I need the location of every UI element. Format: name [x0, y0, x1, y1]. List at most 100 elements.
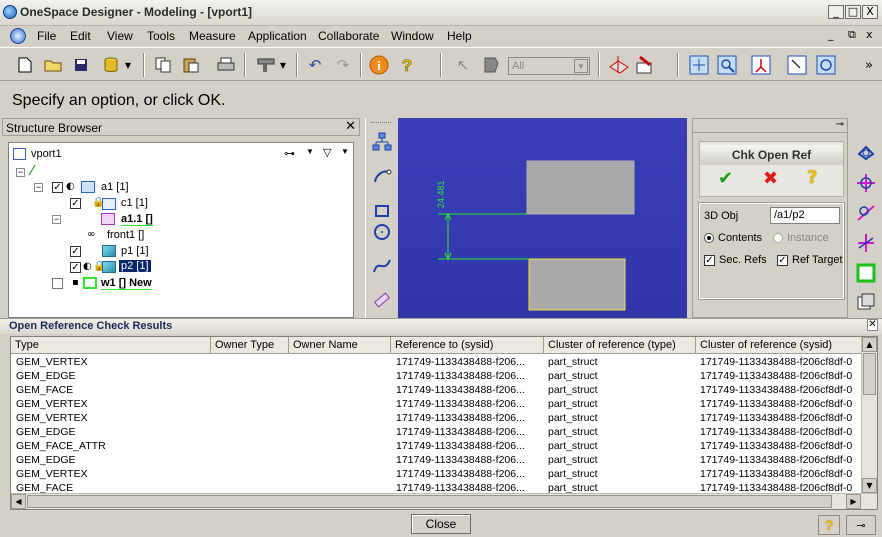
table-cell[interactable] [216, 397, 290, 411]
menu-edit[interactable]: Edit [70, 29, 91, 43]
table-cell[interactable]: 171749-1133438488-f206... [396, 383, 543, 397]
dropdown-arrow-icon[interactable]: ▼ [277, 54, 289, 76]
table-cell[interactable]: GEM_VERTEX [16, 355, 208, 369]
collapse-toggle[interactable]: − [34, 183, 43, 192]
dimension-line[interactable] [438, 212, 529, 261]
table-cell[interactable]: 171749-1133438488-f206cf8df-0 [700, 425, 860, 439]
menu-help[interactable]: Help [447, 29, 472, 43]
visibility-checkbox[interactable]: ✓ [52, 182, 63, 193]
menu-window[interactable]: Window [391, 29, 434, 43]
table-cell[interactable]: 171749-1133438488-f206cf8df-0 [700, 453, 860, 467]
column-header-owner-type[interactable]: Owner Type [211, 337, 289, 354]
mdi-restore-button[interactable]: ⧉ [848, 28, 856, 42]
column-header-cluster-type[interactable]: Cluster of reference (type) [544, 337, 696, 354]
dropdown-arrow-icon[interactable]: ▼ [122, 54, 134, 76]
tree-node-a1[interactable]: a1 [1] [101, 181, 129, 193]
select-shape-icon[interactable] [480, 54, 502, 76]
redo-icon[interactable]: ↷ [332, 54, 354, 76]
table-cell[interactable]: part_struct [548, 425, 694, 439]
minimize-button[interactable]: _ [828, 5, 844, 19]
chevron-down-icon[interactable]: ▼ [341, 147, 349, 156]
table-cell[interactable]: 171749-1133438488-f206... [396, 453, 543, 467]
table-cell[interactable] [294, 439, 392, 453]
structure-browser-close-button[interactable]: ✕ [345, 119, 356, 134]
selection-filter-combo[interactable]: All ▼ [508, 57, 590, 75]
scroll-right-arrow-icon[interactable]: ▶ [846, 494, 861, 509]
table-cell[interactable]: part_struct [548, 369, 694, 383]
undo-icon[interactable]: ↶ [304, 54, 326, 76]
table-cell[interactable] [294, 383, 392, 397]
table-cell[interactable] [216, 439, 290, 453]
horizontal-scrollbar[interactable]: ◀ ▶ [11, 493, 877, 509]
table-cell[interactable]: 171749-1133438488-f206cf8df-0 [700, 439, 860, 453]
visibility-checkbox[interactable]: ✓ [70, 198, 81, 209]
paste-icon[interactable] [180, 54, 202, 76]
part-c1-face[interactable] [526, 160, 635, 215]
help-question-icon[interactable]: ? [807, 167, 817, 188]
close-results-button[interactable]: Close [411, 514, 471, 534]
tree-structure-icon[interactable] [370, 130, 394, 154]
paint-tool-icon[interactable] [634, 54, 656, 76]
print-icon[interactable] [215, 54, 237, 76]
visibility-checkbox[interactable]: ✓ [70, 246, 81, 257]
table-cell[interactable]: GEM_VERTEX [16, 411, 208, 425]
axis-constraint-icon[interactable] [853, 170, 879, 196]
select-view-icon[interactable] [786, 54, 808, 76]
document-menu-icon[interactable] [10, 28, 26, 44]
table-cell[interactable]: 171749-1133438488-f206cf8df-0 [700, 355, 860, 369]
tangent-tool-icon[interactable] [853, 200, 879, 226]
select-pointer-icon[interactable]: ↖ [452, 54, 474, 76]
binoculars-icon[interactable]: ⊶ [284, 147, 295, 160]
column-header-cluster-sysid[interactable]: Cluster of reference (sysid) [696, 337, 863, 354]
table-cell[interactable] [294, 369, 392, 383]
table-cell[interactable]: part_struct [548, 453, 694, 467]
sec-refs-checkbox[interactable]: ✓ [704, 255, 715, 266]
ok-check-icon[interactable]: ✔ [718, 168, 733, 189]
table-cell[interactable] [294, 425, 392, 439]
table-cell[interactable]: GEM_EDGE [16, 425, 208, 439]
table-cell[interactable]: GEM_VERTEX [16, 397, 208, 411]
mdi-close-button[interactable]: x [866, 28, 873, 41]
results-close-button[interactable]: ✕ [867, 319, 878, 331]
table-cell[interactable]: 171749-1133438488-f206cf8df-0 [700, 383, 860, 397]
menu-file[interactable]: File [37, 29, 56, 43]
table-cell[interactable] [216, 383, 290, 397]
scroll-left-arrow-icon[interactable]: ◀ [11, 494, 26, 509]
pin-icon[interactable]: ⊸ [836, 119, 844, 130]
table-cell[interactable] [216, 467, 290, 481]
table-cell[interactable] [294, 355, 392, 369]
table-cell[interactable]: 171749-1133438488-f206... [396, 355, 543, 369]
new-file-icon[interactable] [14, 54, 36, 76]
circle-tool-icon[interactable] [370, 220, 394, 244]
menu-view[interactable]: View [107, 29, 133, 43]
tree-node-p1[interactable]: p1 [1] [121, 245, 149, 257]
table-cell[interactable]: 171749-1133438488-f206... [396, 439, 543, 453]
table-cell[interactable]: 171749-1133438488-f206... [396, 397, 543, 411]
cancel-x-icon[interactable]: ✖ [763, 168, 778, 189]
table-cell[interactable]: 171749-1133438488-f206cf8df-0 [700, 411, 860, 425]
table-cell[interactable] [294, 411, 392, 425]
scroll-thumb[interactable] [863, 353, 876, 395]
table-cell[interactable]: 171749-1133438488-f206... [396, 411, 543, 425]
part-p2-face[interactable] [528, 258, 626, 311]
table-cell[interactable]: 171749-1133438488-f206cf8df-0 [700, 397, 860, 411]
workplane-icon[interactable] [608, 54, 630, 76]
rotate-view-icon[interactable] [815, 54, 837, 76]
view-rotate-icon[interactable] [853, 140, 879, 166]
chevron-down-icon[interactable]: ▼ [306, 147, 314, 156]
table-cell[interactable]: part_struct [548, 355, 694, 369]
copy-icon[interactable] [152, 54, 174, 76]
vertical-scrollbar[interactable]: ▲ ▼ [861, 337, 877, 494]
table-cell[interactable]: part_struct [548, 397, 694, 411]
help-question-icon[interactable]: ? [818, 515, 840, 535]
contents-radio[interactable] [704, 233, 714, 243]
menu-tools[interactable]: Tools [147, 29, 175, 43]
axis-view-icon[interactable] [750, 54, 772, 76]
scroll-thumb[interactable] [27, 495, 832, 508]
dimension-label[interactable]: 24.481 [436, 180, 446, 208]
spline-tool-icon[interactable] [370, 254, 394, 278]
table-cell[interactable]: part_struct [548, 439, 694, 453]
table-cell[interactable]: GEM_EDGE [16, 453, 208, 467]
intersect-tool-icon[interactable] [853, 230, 879, 256]
menu-application[interactable]: Application [248, 29, 307, 43]
